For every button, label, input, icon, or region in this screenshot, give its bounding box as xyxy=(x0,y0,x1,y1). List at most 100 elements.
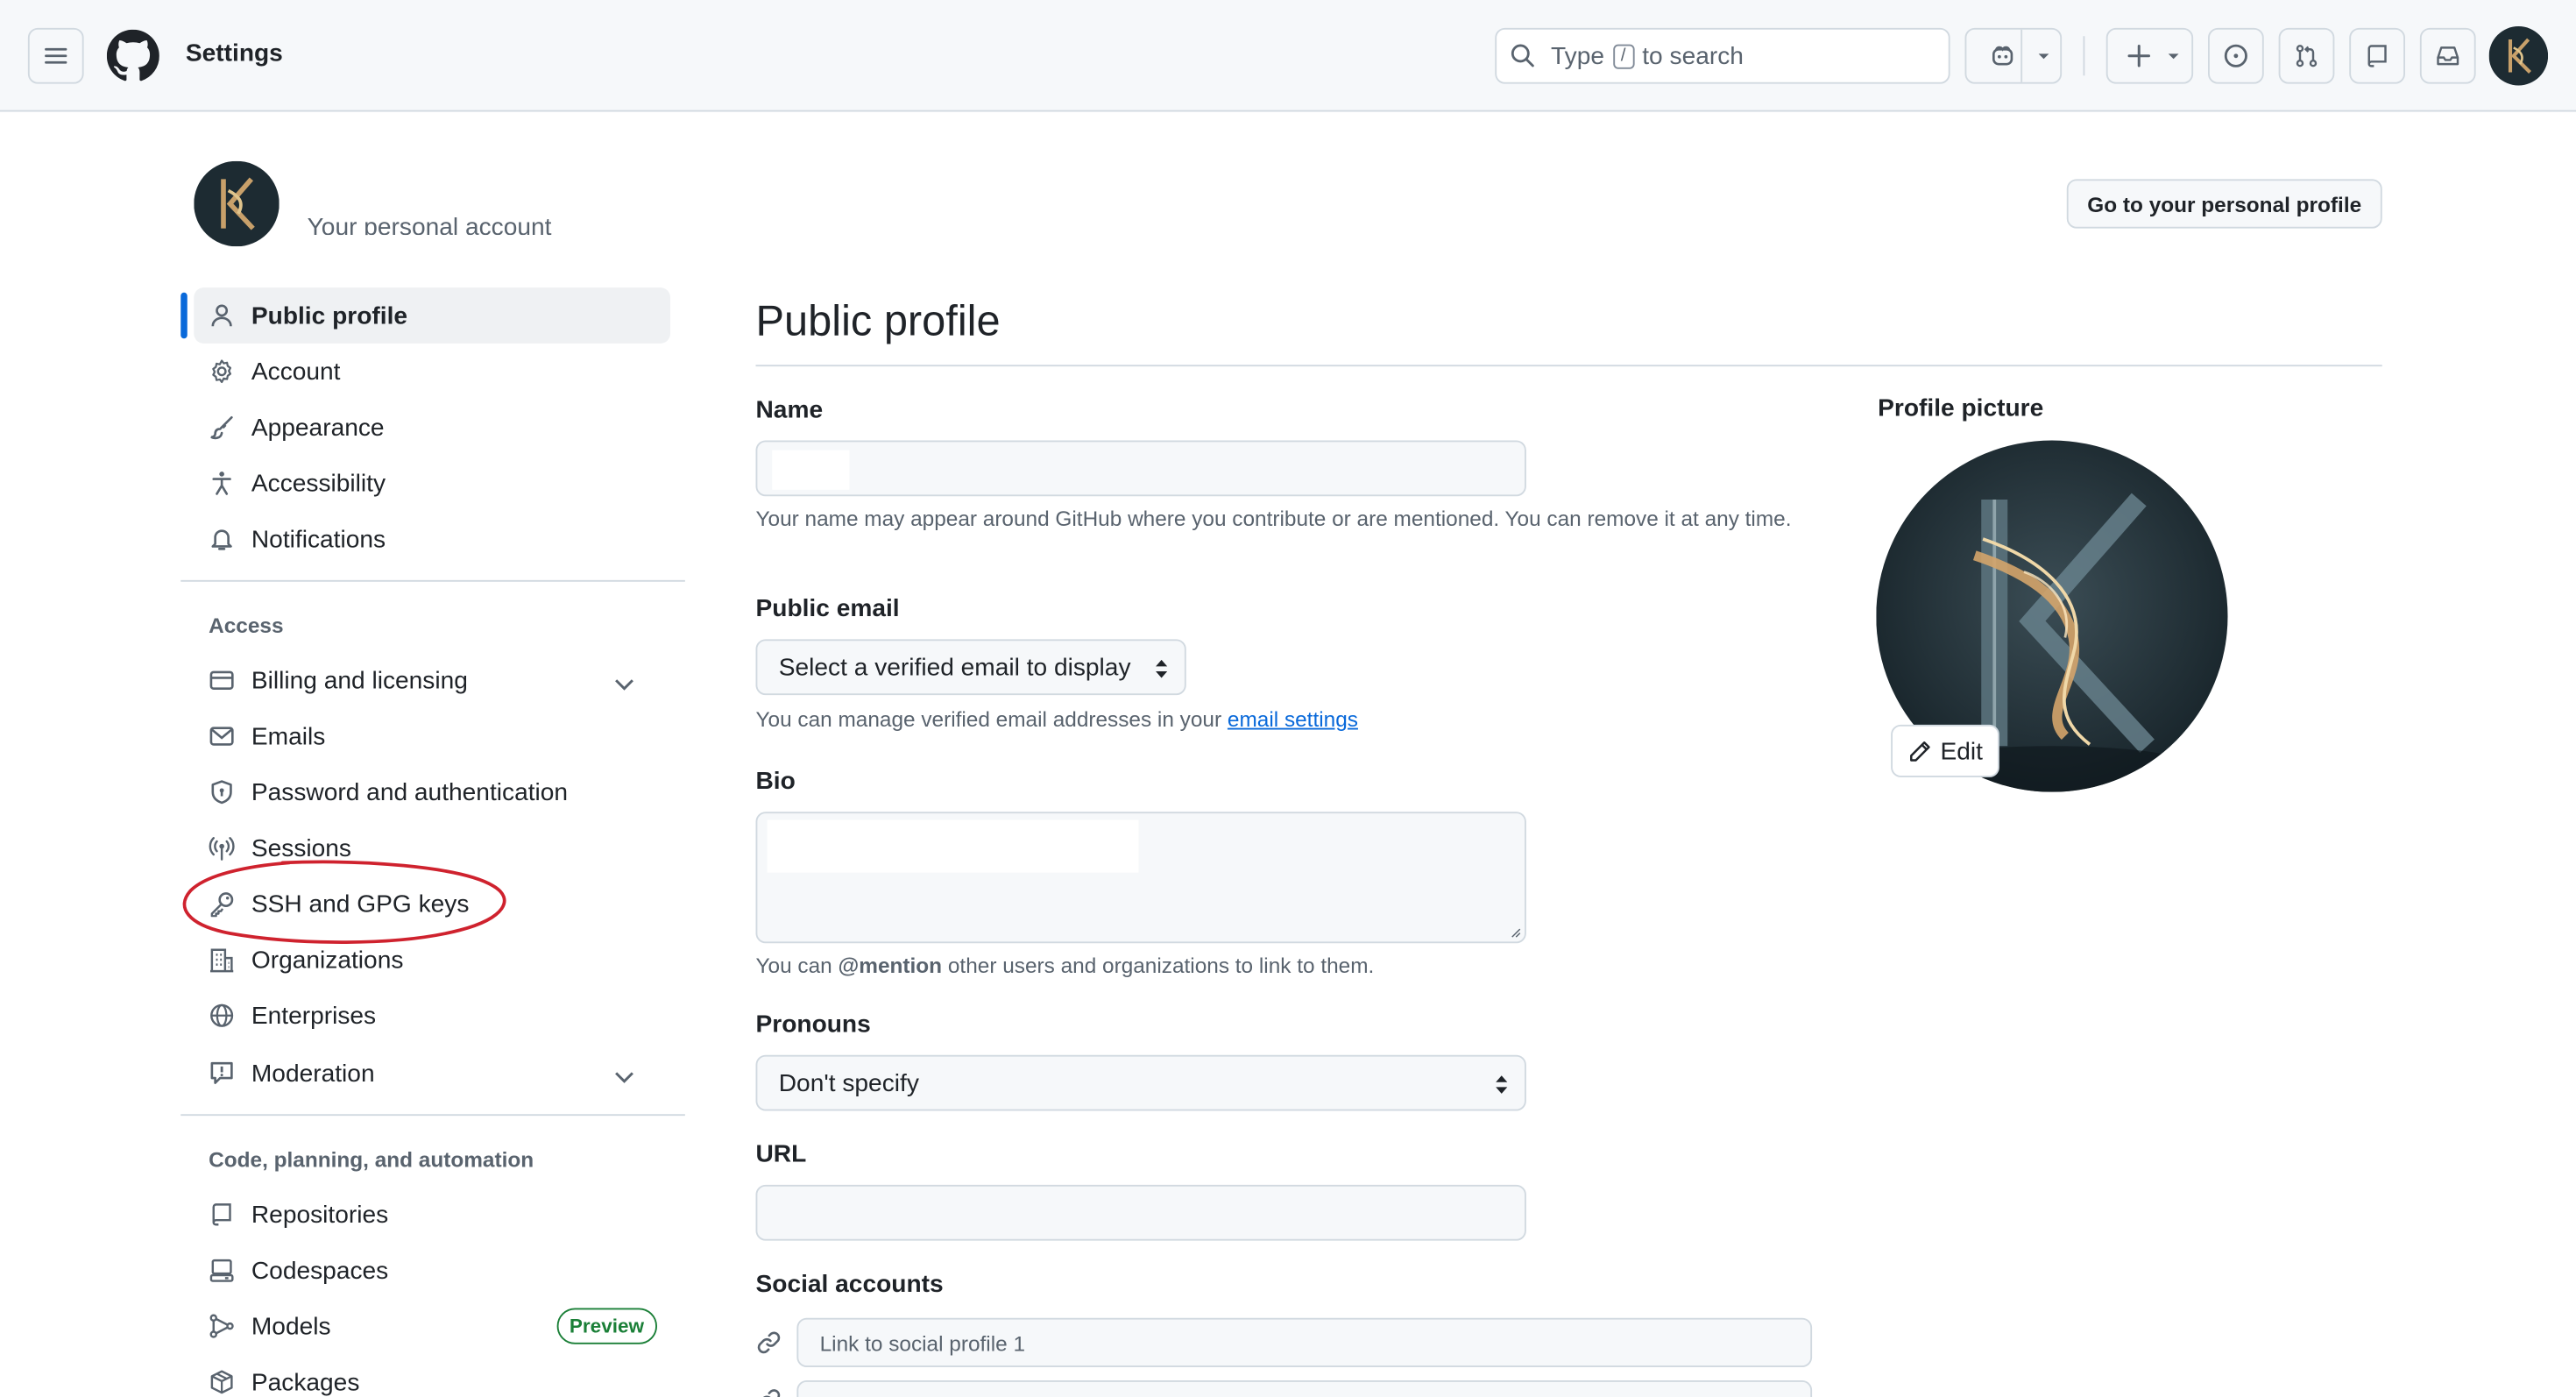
gear-icon xyxy=(212,359,231,384)
sidebar-item-accessibility[interactable]: Accessibility xyxy=(194,455,670,511)
bio-label: Bio xyxy=(755,767,796,796)
pronouns-selected: Don't specify xyxy=(778,1068,919,1097)
sidebar-divider xyxy=(180,579,685,582)
models-icon xyxy=(209,1314,234,1338)
shield-lock-icon xyxy=(211,780,232,805)
select-arrows-icon xyxy=(1156,659,1168,678)
active-nav-indicator xyxy=(180,292,188,339)
public-email-select[interactable]: Select a verified email to display xyxy=(755,639,1186,696)
sidebar-item-packages[interactable]: Packages xyxy=(194,1354,670,1397)
sidebar-item-appearance[interactable]: Appearance xyxy=(194,400,670,456)
bio-help-suffix: other users and organizations to link to… xyxy=(947,953,1375,978)
edit-profile-picture-button[interactable]: Edit xyxy=(1891,724,1999,777)
github-logo-icon[interactable] xyxy=(106,29,159,82)
sidebar-item-enterprises[interactable]: Enterprises xyxy=(194,988,670,1044)
header-title[interactable]: Settings xyxy=(186,39,283,67)
plus-icon xyxy=(2127,45,2150,67)
header-divider xyxy=(2083,36,2085,76)
sidebar-item-billing[interactable]: Billing and licensing xyxy=(194,652,670,708)
social-profile-input-1[interactable]: Link to social profile 1 xyxy=(796,1317,1813,1367)
redacted-value xyxy=(767,819,1139,873)
sidebar-item-label: Organizations xyxy=(251,946,404,974)
bio-help-mention: @mention xyxy=(838,953,943,978)
sidebar-item-account[interactable]: Account xyxy=(194,344,670,400)
git-pull-request-icon xyxy=(2296,45,2318,67)
sidebar-item-label: Emails xyxy=(251,722,326,750)
repo-icon xyxy=(212,1203,231,1226)
hamburger-icon xyxy=(45,47,67,64)
social-profile-input-2[interactable] xyxy=(796,1380,1813,1397)
bell-icon xyxy=(211,529,232,550)
copilot-button[interactable] xyxy=(1964,27,2063,84)
organization-icon xyxy=(210,948,234,973)
page-title: Public profile xyxy=(755,295,1001,345)
go-to-profile-button[interactable]: Go to your personal profile xyxy=(2066,179,2382,229)
link-icon xyxy=(757,1331,781,1354)
pencil-icon xyxy=(1910,741,1930,761)
report-icon xyxy=(210,1061,233,1084)
resize-handle-icon[interactable] xyxy=(1508,925,1521,939)
global-header: Settings Type / to search xyxy=(0,0,2576,112)
search-input[interactable]: Type / to search xyxy=(1495,27,1950,84)
redacted-value xyxy=(772,450,850,490)
title-divider xyxy=(755,365,2382,367)
sidebar-item-label: Billing and licensing xyxy=(251,666,468,695)
profile-picture-label: Profile picture xyxy=(1878,394,2044,422)
edit-label: Edit xyxy=(1940,736,1983,765)
sidebar-item-label: Notifications xyxy=(251,525,386,553)
sidebar-item-codespaces[interactable]: Codespaces xyxy=(194,1243,670,1299)
select-arrows-icon xyxy=(1496,1075,1508,1094)
sidebar-item-notifications[interactable]: Notifications xyxy=(194,511,670,567)
sidebar-item-repositories[interactable]: Repositories xyxy=(194,1187,670,1243)
public-email-selected: Select a verified email to display xyxy=(778,653,1131,682)
repositories-button[interactable] xyxy=(2349,27,2405,84)
create-new-button[interactable] xyxy=(2105,27,2194,84)
user-avatar[interactable] xyxy=(2488,26,2549,86)
issues-button[interactable] xyxy=(2208,27,2264,84)
chevron-down-icon xyxy=(2168,53,2179,60)
person-icon xyxy=(211,304,232,327)
bio-textarea[interactable] xyxy=(755,812,1526,944)
chevron-down-icon xyxy=(2038,53,2049,60)
avatar-image xyxy=(2488,26,2549,86)
email-settings-link[interactable]: email settings xyxy=(1228,706,1358,731)
chevron-down-icon[interactable] xyxy=(612,670,638,697)
public-email-help-text: You can manage verified email addresses … xyxy=(755,706,1222,732)
search-prefix: Type xyxy=(1551,41,1604,70)
pull-requests-button[interactable] xyxy=(2278,27,2335,84)
url-input[interactable] xyxy=(755,1184,1526,1241)
account-subtitle: Your personal account xyxy=(307,213,552,236)
social-accounts-label: Social accounts xyxy=(755,1270,944,1299)
sidebar-item-password[interactable]: Password and authentication xyxy=(194,764,670,820)
sidebar-item-label: Accessibility xyxy=(251,469,386,498)
sidebar-item-label: Public profile xyxy=(251,301,408,330)
sidebar-item-label: Moderation xyxy=(251,1059,375,1088)
sidebar-heading-access: Access xyxy=(209,613,284,638)
sidebar-item-label: Password and authentication xyxy=(251,777,569,806)
menu-button[interactable] xyxy=(27,27,84,84)
sidebar-item-public-profile[interactable]: Public profile xyxy=(194,287,670,344)
sidebar-item-models[interactable]: Models Preview xyxy=(194,1298,670,1354)
sidebar-item-emails[interactable]: Emails xyxy=(194,708,670,764)
sidebar-item-label: Codespaces xyxy=(251,1256,389,1285)
bio-help-prefix: You can xyxy=(755,953,832,978)
sidebar-item-moderation[interactable]: Moderation xyxy=(194,1046,670,1102)
pronouns-label: Pronouns xyxy=(755,1011,871,1039)
package-icon xyxy=(210,1370,233,1394)
avatar-image xyxy=(194,160,280,247)
search-icon xyxy=(1511,44,1534,67)
chevron-down-icon[interactable] xyxy=(612,1063,638,1089)
search-suffix: to search xyxy=(1642,41,1744,70)
copilot-icon xyxy=(1992,46,2013,66)
preview-badge: Preview xyxy=(556,1308,657,1344)
inbox-button[interactable] xyxy=(2419,27,2476,84)
name-input[interactable] xyxy=(755,440,1526,497)
sidebar-item-label: Models xyxy=(251,1312,331,1341)
name-help-text: Your name may appear around GitHub where… xyxy=(755,506,1792,531)
sidebar-item-label: Appearance xyxy=(251,413,385,442)
accessibility-icon xyxy=(212,472,231,495)
search-shortcut-key: / xyxy=(1612,43,1634,68)
sidebar-item-label: Packages xyxy=(251,1367,360,1396)
sidebar-item-label: Account xyxy=(251,357,341,386)
pronouns-select[interactable]: Don't specify xyxy=(755,1054,1526,1111)
